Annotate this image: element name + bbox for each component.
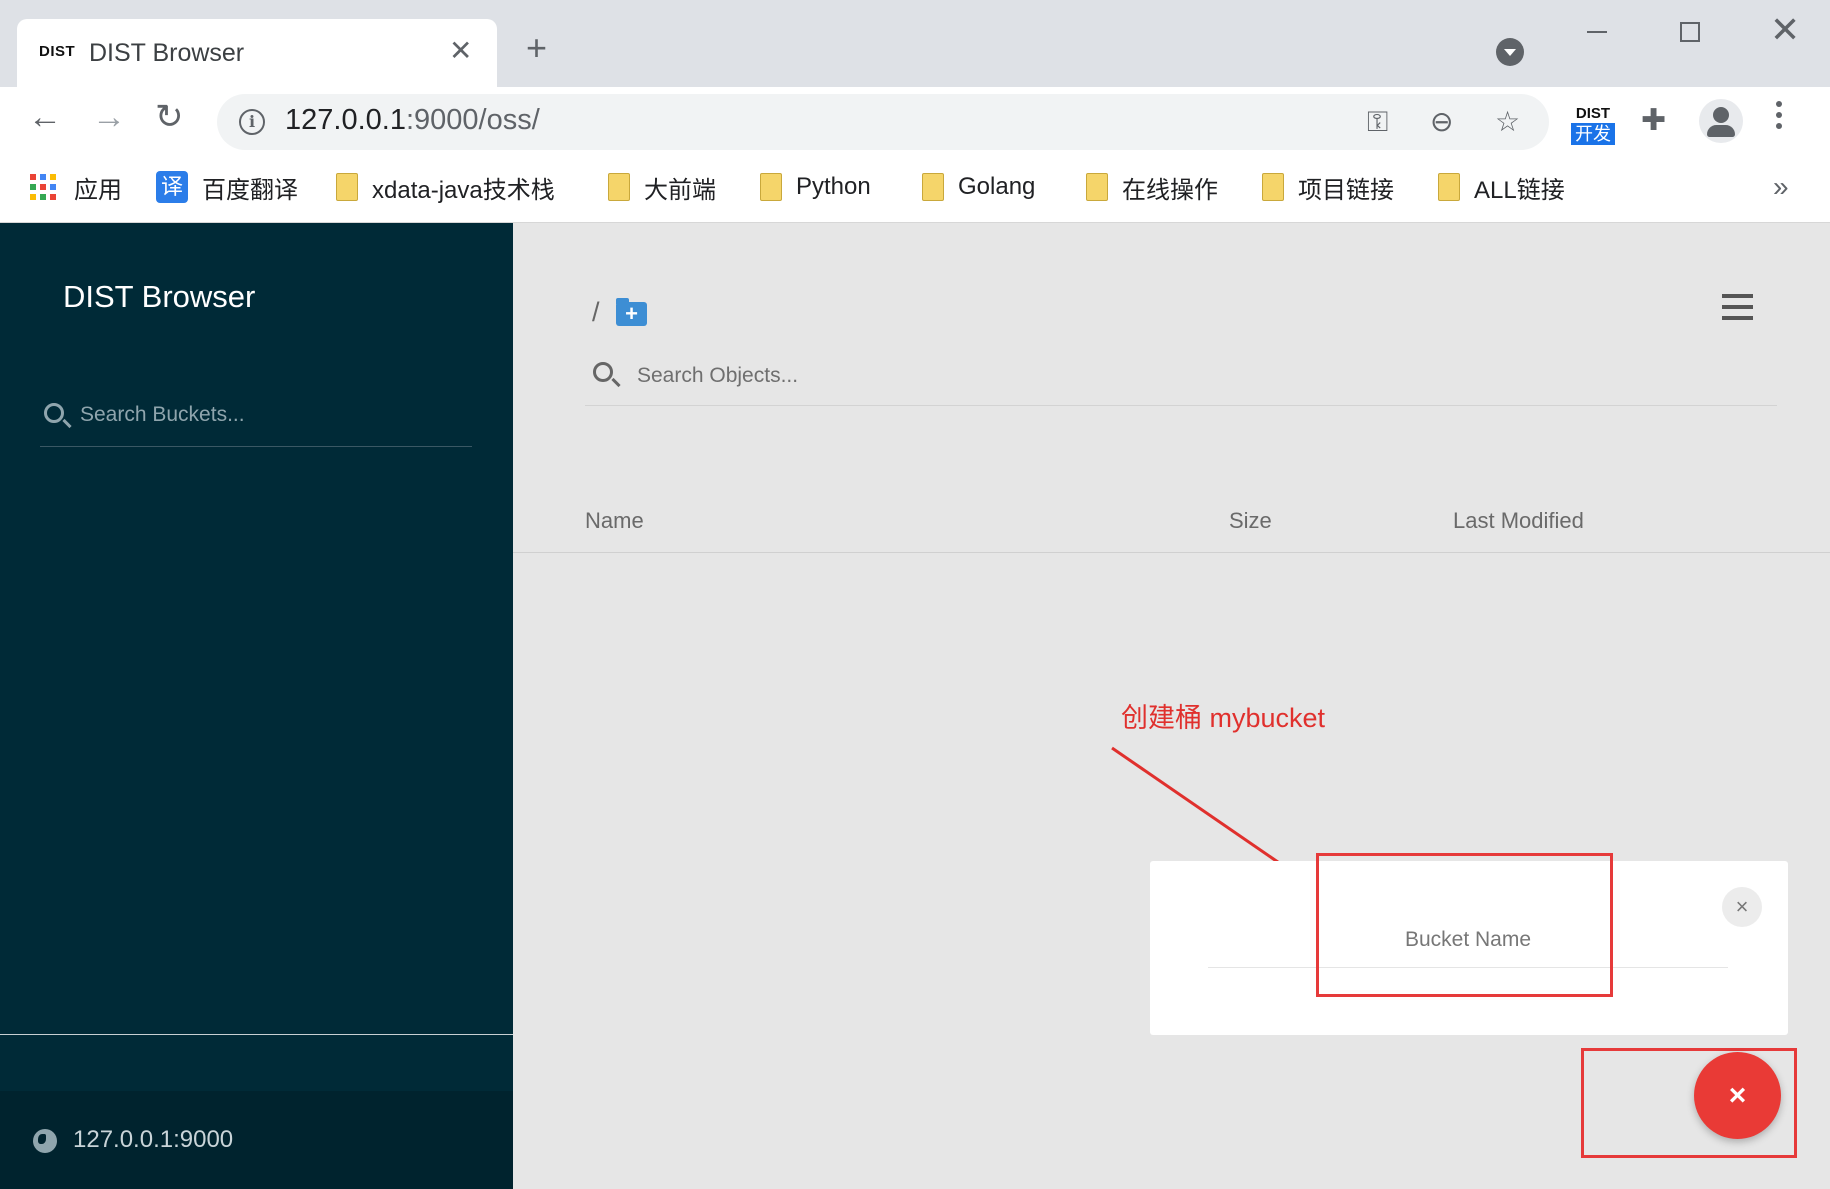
browser-toolbar: ← → ↻ i 127.0.0.1:9000/oss/ ⚿ ⊖ ☆ DIST 开… [0,87,1830,155]
bookmark-star-icon[interactable]: ☆ [1495,106,1520,138]
bookmark-label: 项目链接 [1298,176,1394,204]
forward-arrow-icon[interactable]: → [92,97,126,137]
new-tab-button[interactable]: + [526,30,547,66]
window-close-icon[interactable]: ✕ [1770,12,1800,48]
bookmark-folder[interactable]: 项目链接 [1262,169,1394,205]
reload-icon[interactable]: ↻ [155,97,184,137]
breadcrumb[interactable]: / [592,297,600,328]
address-bar[interactable]: i 127.0.0.1:9000/oss/ ⚿ ⊖ ☆ [217,94,1549,150]
add-folder-icon[interactable]: + [616,298,647,326]
bookmark-label: Golang [958,173,1036,200]
folder-icon [1438,173,1460,201]
minimize-icon[interactable] [1587,31,1607,33]
column-header-name[interactable]: Name [585,508,644,534]
column-header-size[interactable]: Size [1229,508,1272,534]
bookmark-label: 应用 [74,176,122,204]
bucket-search-placeholder: Search Buckets... [80,403,245,426]
folder-icon [1086,173,1108,201]
server-host: 127.0.0.1:9000 [73,1126,234,1153]
menu-hamburger-icon[interactable] [1722,294,1753,327]
close-fab-button[interactable]: × [1694,1052,1781,1139]
bookmark-folder[interactable]: xdata-java技术栈 [336,169,555,205]
tab-close-icon[interactable]: ✕ [449,37,472,65]
bookmark-label: 大前端 [644,176,716,204]
bookmark-folder[interactable]: ALL链接 [1438,169,1565,205]
table-header-divider [513,552,1830,553]
zoom-out-icon[interactable]: ⊖ [1430,106,1453,138]
dist-extension-icon[interactable]: DIST 开发 [1568,105,1618,147]
url-text[interactable]: 127.0.0.1:9000/oss/ [285,104,540,137]
url-host: 127.0.0.1 [285,104,406,136]
bookmark-label: 百度翻译 [202,176,298,204]
tab-strip: DIST DIST Browser ✕ + ✕ [0,0,1830,87]
annotation-highlight-input [1316,853,1613,997]
app-brand: DIST Browser [63,279,256,314]
extensions-puzzle-icon[interactable]: ✚ [1641,103,1666,138]
bucket-search-field[interactable]: Search Buckets... [40,395,472,447]
tab-title: DIST Browser [89,39,245,67]
menu-kebab-icon[interactable] [1776,101,1782,134]
bookmark-folder[interactable]: Golang [922,169,1035,205]
ext-label-top: DIST [1575,105,1611,122]
sidebar: DIST Browser Search Buckets... 127.0.0.1… [0,223,513,1189]
bookmark-label: Python [796,173,871,200]
ext-label-bottom: 开发 [1571,123,1615,145]
sidebar-divider [0,1034,513,1035]
site-info-icon[interactable]: i [239,109,265,135]
bookmarks-bar: 应用 译 百度翻译 xdata-java技术栈 大前端 Python Golan… [0,155,1830,223]
folder-icon [336,173,358,201]
folder-icon [922,173,944,201]
bookmark-label: xdata-java技术栈 [372,176,555,204]
search-icon [44,403,64,423]
search-icon [593,362,613,382]
dist-favicon-icon: DIST [39,43,76,60]
back-arrow-icon[interactable]: ← [28,97,62,137]
bookmark-label: ALL链接 [1474,176,1565,204]
annotation-text: 创建桶 mybucket [1121,703,1326,733]
globe-icon [33,1129,57,1153]
bookmark-folder[interactable]: 大前端 [608,169,716,205]
translate-icon: 译 [156,171,188,203]
maximize-icon[interactable] [1680,22,1700,42]
sidebar-footer: 127.0.0.1:9000 [0,1091,513,1189]
bookmark-label: 在线操作 [1122,176,1218,204]
key-icon[interactable]: ⚿ [1367,106,1388,138]
browser-tab[interactable]: DIST DIST Browser ✕ [17,19,497,87]
modal-close-icon[interactable]: × [1722,887,1762,927]
bookmark-apps[interactable]: 应用 [30,169,122,205]
object-search-field[interactable]: Search Objects... [585,354,1777,406]
bookmark-folder[interactable]: Python [760,169,871,205]
column-header-last-modified[interactable]: Last Modified [1453,508,1584,534]
folder-icon [608,173,630,201]
folder-icon [760,173,782,201]
profile-avatar-icon[interactable] [1699,99,1743,143]
more-bookmarks-icon[interactable]: » [1773,171,1789,203]
folder-icon [1262,173,1284,201]
bookmark-folder[interactable]: 在线操作 [1086,169,1218,205]
apps-grid-icon [30,174,56,200]
bookmark-baidu-fanyi[interactable]: 译 百度翻译 [156,169,298,205]
object-search-placeholder: Search Objects... [637,364,799,387]
url-path: :9000/oss/ [405,104,540,136]
tab-search-icon[interactable] [1496,38,1524,66]
